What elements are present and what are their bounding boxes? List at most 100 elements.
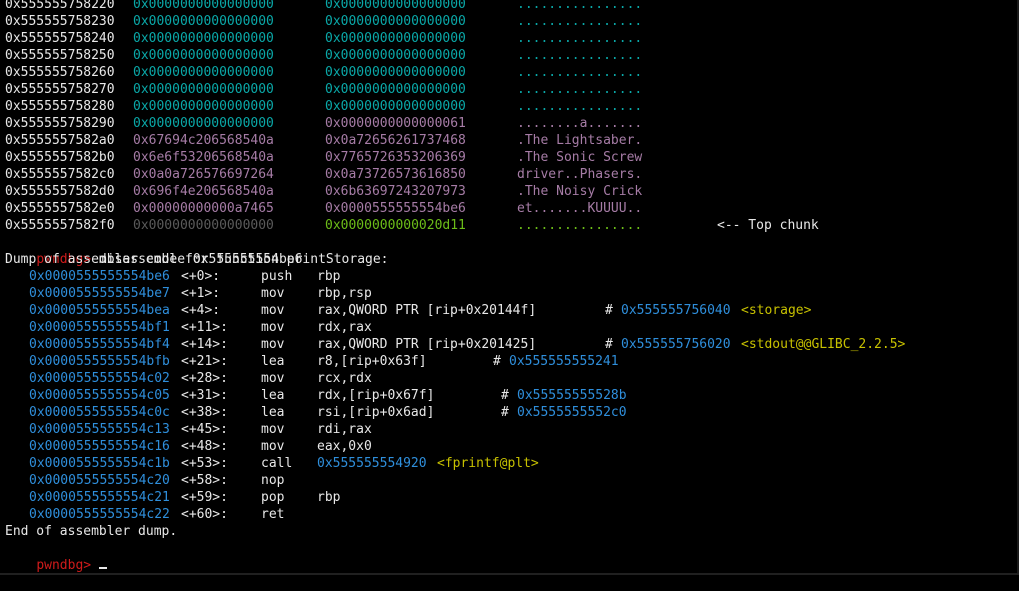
asm-address: 0x0000555555554be6: [29, 269, 170, 284]
heap-ascii: .The Lightsaber.: [517, 133, 643, 148]
asm-offset: <+58>:: [181, 473, 228, 488]
heap-address: 0x555555758250: [5, 48, 115, 63]
asm-offset: <+59>:: [181, 490, 228, 505]
asm-comment-address: 0x5555555552c0: [517, 405, 627, 420]
asm-operands: r8,[rip+0x63f]: [317, 354, 427, 369]
heap-qword-2: 0x0000000000000000: [325, 65, 466, 80]
asm-comment-hash: #: [501, 405, 509, 420]
asm-comment-symbol: <storage>: [741, 303, 812, 318]
heap-qword-2: 0x0a72656261737468: [325, 133, 466, 148]
asm-mnemonic: lea: [261, 405, 285, 420]
asm-address: 0x0000555555554bea: [29, 303, 170, 318]
asm-operands: rbp: [317, 269, 341, 284]
heap-address: 0x5555557582b0: [5, 150, 115, 165]
heap-qword-1: 0x696f4e206568540a: [133, 184, 274, 199]
heap-ascii: ................: [517, 14, 643, 29]
heap-qword-2: 0x0000000000000061: [325, 116, 466, 131]
asm-operands: rdi,rax: [317, 422, 372, 437]
asm-operands: rax,QWORD PTR [rip+0x201425]: [317, 337, 537, 352]
asm-operands: rdx,[rip+0x67f]: [317, 388, 435, 403]
heap-qword-1: 0x67694c206568540a: [133, 133, 274, 148]
text-cursor: [98, 567, 107, 569]
heap-qword-1: 0x0000000000000000: [133, 0, 274, 12]
heap-address: 0x555555758260: [5, 65, 115, 80]
asm-offset: <+28>:: [181, 371, 228, 386]
heap-ascii: .The Noisy Crick: [517, 184, 643, 199]
asm-operands: rbp: [317, 490, 341, 505]
asm-comment-address: 0x555555555241: [509, 354, 619, 369]
heap-qword-2: 0x0000000000000000: [325, 48, 466, 63]
asm-offset: <+4>:: [181, 303, 221, 318]
terminal-window[interactable]: 0x555555758220 0x0000000000000000 0x000000…: [0, 0, 1019, 575]
heap-qword-1: 0x0000000000000000: [133, 14, 274, 29]
asm-mnemonic: mov: [261, 320, 285, 335]
asm-offset: <+0>:: [181, 269, 221, 284]
asm-offset: <+31>:: [181, 388, 228, 403]
prompt: pwndbg>: [36, 558, 92, 573]
asm-offset: <+14>:: [181, 337, 228, 352]
asm-mnemonic: lea: [261, 354, 285, 369]
heap-qword-1: 0x0a0a726576697264: [133, 167, 274, 182]
asm-mnemonic: pop: [261, 490, 285, 505]
asm-address: 0x0000555555554c21: [29, 490, 170, 505]
dump-footer: End of assembler dump.: [5, 524, 178, 539]
heap-qword-2: 0x7765726353206369: [325, 150, 466, 165]
asm-mnemonic: lea: [261, 388, 285, 403]
asm-comment-hash: #: [605, 303, 613, 318]
asm-offset: <+48>:: [181, 439, 228, 454]
asm-operands: eax,0x0: [317, 439, 372, 454]
heap-ascii: .The Sonic Screw: [517, 150, 643, 165]
heap-qword-2: 0x0a73726573616850: [325, 167, 466, 182]
asm-operands: rdx,rax: [317, 320, 372, 335]
heap-qword-1: 0x0000000000000000: [133, 116, 274, 131]
heap-address: 0x5555557582c0: [5, 167, 115, 182]
asm-comment-symbol: <stdout@@GLIBC_2.2.5>: [741, 337, 906, 352]
heap-qword-2: 0x6b63697243207973: [325, 184, 466, 199]
asm-address: 0x0000555555554c02: [29, 371, 170, 386]
asm-mnemonic: push: [261, 269, 293, 284]
asm-address: 0x0000555555554c13: [29, 422, 170, 437]
dump-header: Dump of assembler code for function prin…: [5, 252, 389, 267]
heap-address: 0x555555758240: [5, 31, 115, 46]
asm-operands: rbp,rsp: [317, 286, 372, 301]
asm-offset: <+60>:: [181, 507, 228, 522]
asm-address: 0x0000555555554bf1: [29, 320, 170, 335]
heap-qword-1: 0x0000000000000000: [133, 65, 274, 80]
asm-mnemonic: ret: [261, 507, 285, 522]
asm-mnemonic: mov: [261, 337, 285, 352]
asm-offset: <+53>:: [181, 456, 228, 471]
heap-ascii: ................: [517, 99, 643, 114]
heap-qword-1: 0x0000000000000000: [133, 48, 274, 63]
asm-comment-address: 0x55555555528b: [517, 388, 627, 403]
heap-qword-1: 0x0000000000000000: [133, 99, 274, 114]
asm-mnemonic: mov: [261, 371, 285, 386]
heap-address: 0x5555557582f0: [5, 218, 115, 233]
heap-qword-2: 0x0000000000000000: [325, 99, 466, 114]
asm-offset: <+21>:: [181, 354, 228, 369]
asm-offset: <+11>:: [181, 320, 228, 335]
asm-comment-address: 0x555555756040: [621, 303, 731, 318]
asm-operands: rsi,[rip+0x6ad]: [317, 405, 435, 420]
asm-operands: rax,QWORD PTR [rip+0x20144f]: [317, 303, 537, 318]
heap-qword-1: 0x6e6f53206568540a: [133, 150, 274, 165]
heap-ascii: ................: [517, 48, 643, 63]
heap-qword-2: 0x0000000000020d11: [325, 218, 466, 233]
asm-address: 0x0000555555554c22: [29, 507, 170, 522]
heap-ascii: ................: [517, 65, 643, 80]
asm-address: 0x0000555555554c20: [29, 473, 170, 488]
heap-qword-2: 0x0000000000000000: [325, 0, 466, 12]
asm-offset: <+38>:: [181, 405, 228, 420]
heap-qword-1: 0x0000000000000000: [133, 31, 274, 46]
heap-ascii: ........a.......: [517, 116, 643, 131]
heap-address: 0x555555758230: [5, 14, 115, 29]
top-chunk-label: <-- Top chunk: [717, 218, 819, 233]
input-prompt-line[interactable]: pwndbg>: [5, 540, 107, 573]
asm-address: 0x0000555555554bfb: [29, 354, 170, 369]
asm-mnemonic: mov: [261, 439, 285, 454]
heap-address: 0x555555758290: [5, 116, 115, 131]
asm-address: 0x0000555555554bf4: [29, 337, 170, 352]
asm-address: 0x0000555555554c16: [29, 439, 170, 454]
heap-address: 0x5555557582a0: [5, 133, 115, 148]
asm-operands: rcx,rdx: [317, 371, 372, 386]
asm-comment-hash: #: [493, 354, 501, 369]
